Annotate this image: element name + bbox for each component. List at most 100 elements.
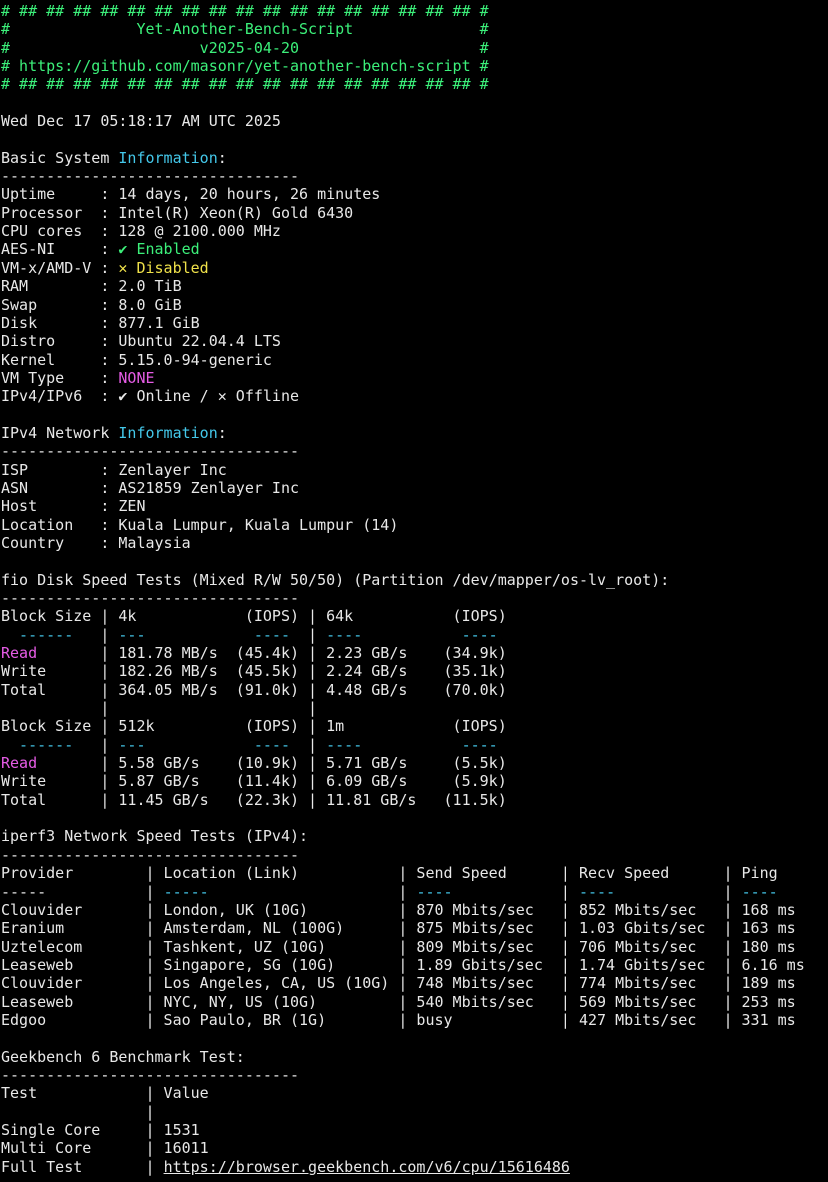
row-asn: ASN : AS21859 Zenlayer Inc xyxy=(0,479,828,497)
row-swap: Swap : 8.0 GiB xyxy=(0,296,828,314)
section-ipv4-network: IPv4 Network Information: xyxy=(0,424,828,442)
text-span: | xyxy=(73,735,119,754)
row-isp: ISP : Zenlayer Inc xyxy=(0,461,828,479)
text-span: | xyxy=(208,882,417,901)
banner-line-1: # ## ## ## ## ## ## ## ## ## ## ## ## ##… xyxy=(0,2,828,20)
iperf-subrule: ----- | ----- | ---- | ---- | ---- xyxy=(0,883,828,901)
text-span: Test | Value xyxy=(1,1084,209,1103)
text-span: Uztelecom | Tashkent, UZ (10G) | 809 Mbi… xyxy=(1,937,796,956)
iperf-row: Eranium | Amsterdam, NL (100G) | 875 Mbi… xyxy=(0,919,828,937)
banner-line-2: # ## ## ## ## ## ## ## ## ## ## ## ## ##… xyxy=(0,75,828,93)
divider: --------------------------------- xyxy=(0,846,828,864)
iperf-row: Clouvider | London, UK (10G) | 870 Mbits… xyxy=(0,901,828,919)
fio-subrule-2: ------ | --- ---- | ---- ---- xyxy=(0,736,828,754)
text-span: Full Test | xyxy=(1,1157,164,1176)
run-timestamp: Wed Dec 17 05:18:17 AM UTC 2025 xyxy=(0,112,828,130)
text-span: ------ xyxy=(1,625,74,644)
text-span: Geekbench 6 Benchmark Test: xyxy=(1,1047,245,1066)
text-span: ------ xyxy=(1,735,74,754)
text-span: IPv4/IPv6 : ✔ Online / ✕ Offline xyxy=(1,387,300,406)
text-span: Write | 182.26 MB/s (45.5k) | 2.24 GB/s … xyxy=(1,662,507,681)
fio-read-1: Read | 181.78 MB/s (45.4k) | 2.23 GB/s (… xyxy=(0,644,828,662)
text-span: --- ---- xyxy=(118,625,290,644)
text-span: AES-NI : xyxy=(1,240,119,259)
row-processor: Processor : Intel(R) Xeon(R) Gold 6430 xyxy=(0,204,828,222)
text-span: | | xyxy=(1,699,318,718)
row-vmx: VM-x/AMD-V : ✕ Disabled xyxy=(0,259,828,277)
text-span: VM Type : xyxy=(1,368,119,387)
text-span: --------------------------------- xyxy=(1,589,300,607)
text-span: Distro : Ubuntu 22.04.4 LTS xyxy=(1,332,281,351)
text-span: Swap : 8.0 GiB xyxy=(1,295,182,314)
text-span: --- ---- xyxy=(118,735,290,754)
row-vm-type: VM Type : NONE xyxy=(0,369,828,387)
text-span: : xyxy=(217,148,227,167)
banner-url: # https://github.com/masonr/yet-another-… xyxy=(0,57,828,75)
section-basic-system: Basic System Information: xyxy=(0,149,828,167)
geekbench-header: Test | Value xyxy=(0,1084,828,1102)
text-span: : xyxy=(217,423,227,442)
text-span: ----- xyxy=(1,882,47,901)
text-span: Single Core | 1531 xyxy=(1,1120,200,1139)
fio-total-1: Total | 364.05 MB/s (91.0k) | 4.48 GB/s … xyxy=(0,681,828,699)
text-span: ---- xyxy=(579,882,616,901)
text-span: Block Size | 512k (IOPS) | 1m (IOPS) xyxy=(1,717,507,736)
text-span: Clouvider | Los Angeles, CA, US (10G) | … xyxy=(1,974,796,993)
text-span: Location : Kuala Lumpur, Kuala Lumpur (1… xyxy=(1,515,399,534)
divider: --------------------------------- xyxy=(0,1066,828,1084)
text-span: | xyxy=(1,1102,155,1121)
text-span: | xyxy=(73,625,119,644)
text-span: Basic System xyxy=(1,148,119,167)
geekbench-spacer: | xyxy=(0,1103,828,1121)
text-span: | xyxy=(290,735,327,754)
text-span: # https://github.com/masonr/yet-another-… xyxy=(1,57,489,76)
divider: --------------------------------- xyxy=(0,167,828,185)
text-span: | xyxy=(452,882,579,901)
text-span: Uptime : 14 days, 20 hours, 26 minutes xyxy=(1,185,381,204)
text-span: # Yet-Another-Bench-Script # xyxy=(1,20,489,39)
text-span: Edgoo | Sao Paulo, BR (1G) | busy | 427 … xyxy=(1,1010,796,1029)
text-span: CPU cores : 128 @ 2100.000 MHz xyxy=(1,222,281,241)
row-disk: Disk : 877.1 GiB xyxy=(0,314,828,332)
text-span: Processor : Intel(R) Xeon(R) Gold 6430 xyxy=(1,203,354,222)
fio-read-2: Read | 5.58 GB/s (10.9k) | 5.71 GB/s (5.… xyxy=(0,754,828,772)
terminal-window[interactable]: # ## ## ## ## ## ## ## ## ## ## ## ## ##… xyxy=(0,0,828,1182)
text-span: ---- ---- xyxy=(326,735,498,754)
geekbench-result-link[interactable]: https://browser.geekbench.com/v6/cpu/156… xyxy=(164,1158,570,1176)
text-span: VM-x/AMD-V : xyxy=(1,258,119,277)
section-iperf3: iperf3 Network Speed Tests (IPv4): xyxy=(0,827,828,845)
row-kernel: Kernel : 5.15.0-94-generic xyxy=(0,351,828,369)
text-span: ISP : Zenlayer Inc xyxy=(1,460,227,479)
text-span: --------------------------------- xyxy=(1,167,300,186)
text-span: Host : ZEN xyxy=(1,497,146,516)
row-cpu-cores: CPU cores : 128 @ 2100.000 MHz xyxy=(0,222,828,240)
text-span: Information xyxy=(118,148,218,167)
text-span: ----- xyxy=(163,882,209,901)
divider: --------------------------------- xyxy=(0,589,828,607)
row-host: Host : ZEN xyxy=(0,497,828,515)
row-ram: RAM : 2.0 TiB xyxy=(0,277,828,295)
text-span: --------------------------------- xyxy=(1,1065,300,1084)
text-span: --------------------------------- xyxy=(1,442,300,461)
text-span: ---- xyxy=(741,882,778,901)
text-span: iperf3 Network Speed Tests (IPv4): xyxy=(1,827,309,846)
text-span: | xyxy=(615,882,742,901)
iperf-header: Provider | Location (Link) | Send Speed … xyxy=(0,864,828,882)
fio-write-2: Write | 5.87 GB/s (11.4k) | 6.09 GB/s (5… xyxy=(0,772,828,790)
iperf-row: Leaseweb | Singapore, SG (10G) | 1.89 Gb… xyxy=(0,956,828,974)
divider: --------------------------------- xyxy=(0,442,828,460)
banner-version: # v2025-04-20 # xyxy=(0,39,828,57)
iperf-row: Edgoo | Sao Paulo, BR (1G) | busy | 427 … xyxy=(0,1011,828,1029)
text-span: ASN : AS21859 Zenlayer Inc xyxy=(1,478,300,497)
fio-spacer: | | xyxy=(0,699,828,717)
text-span: Block Size | 4k (IOPS) | 64k (IOPS) xyxy=(1,607,507,626)
text-span: ✕ Disabled xyxy=(118,258,209,277)
iperf-row: Leaseweb | NYC, NY, US (10G) | 540 Mbits… xyxy=(0,993,828,1011)
text-span: IPv4 Network xyxy=(1,423,119,442)
section-geekbench: Geekbench 6 Benchmark Test: xyxy=(0,1048,828,1066)
text-span: Leaseweb | NYC, NY, US (10G) | 540 Mbits… xyxy=(1,992,796,1011)
